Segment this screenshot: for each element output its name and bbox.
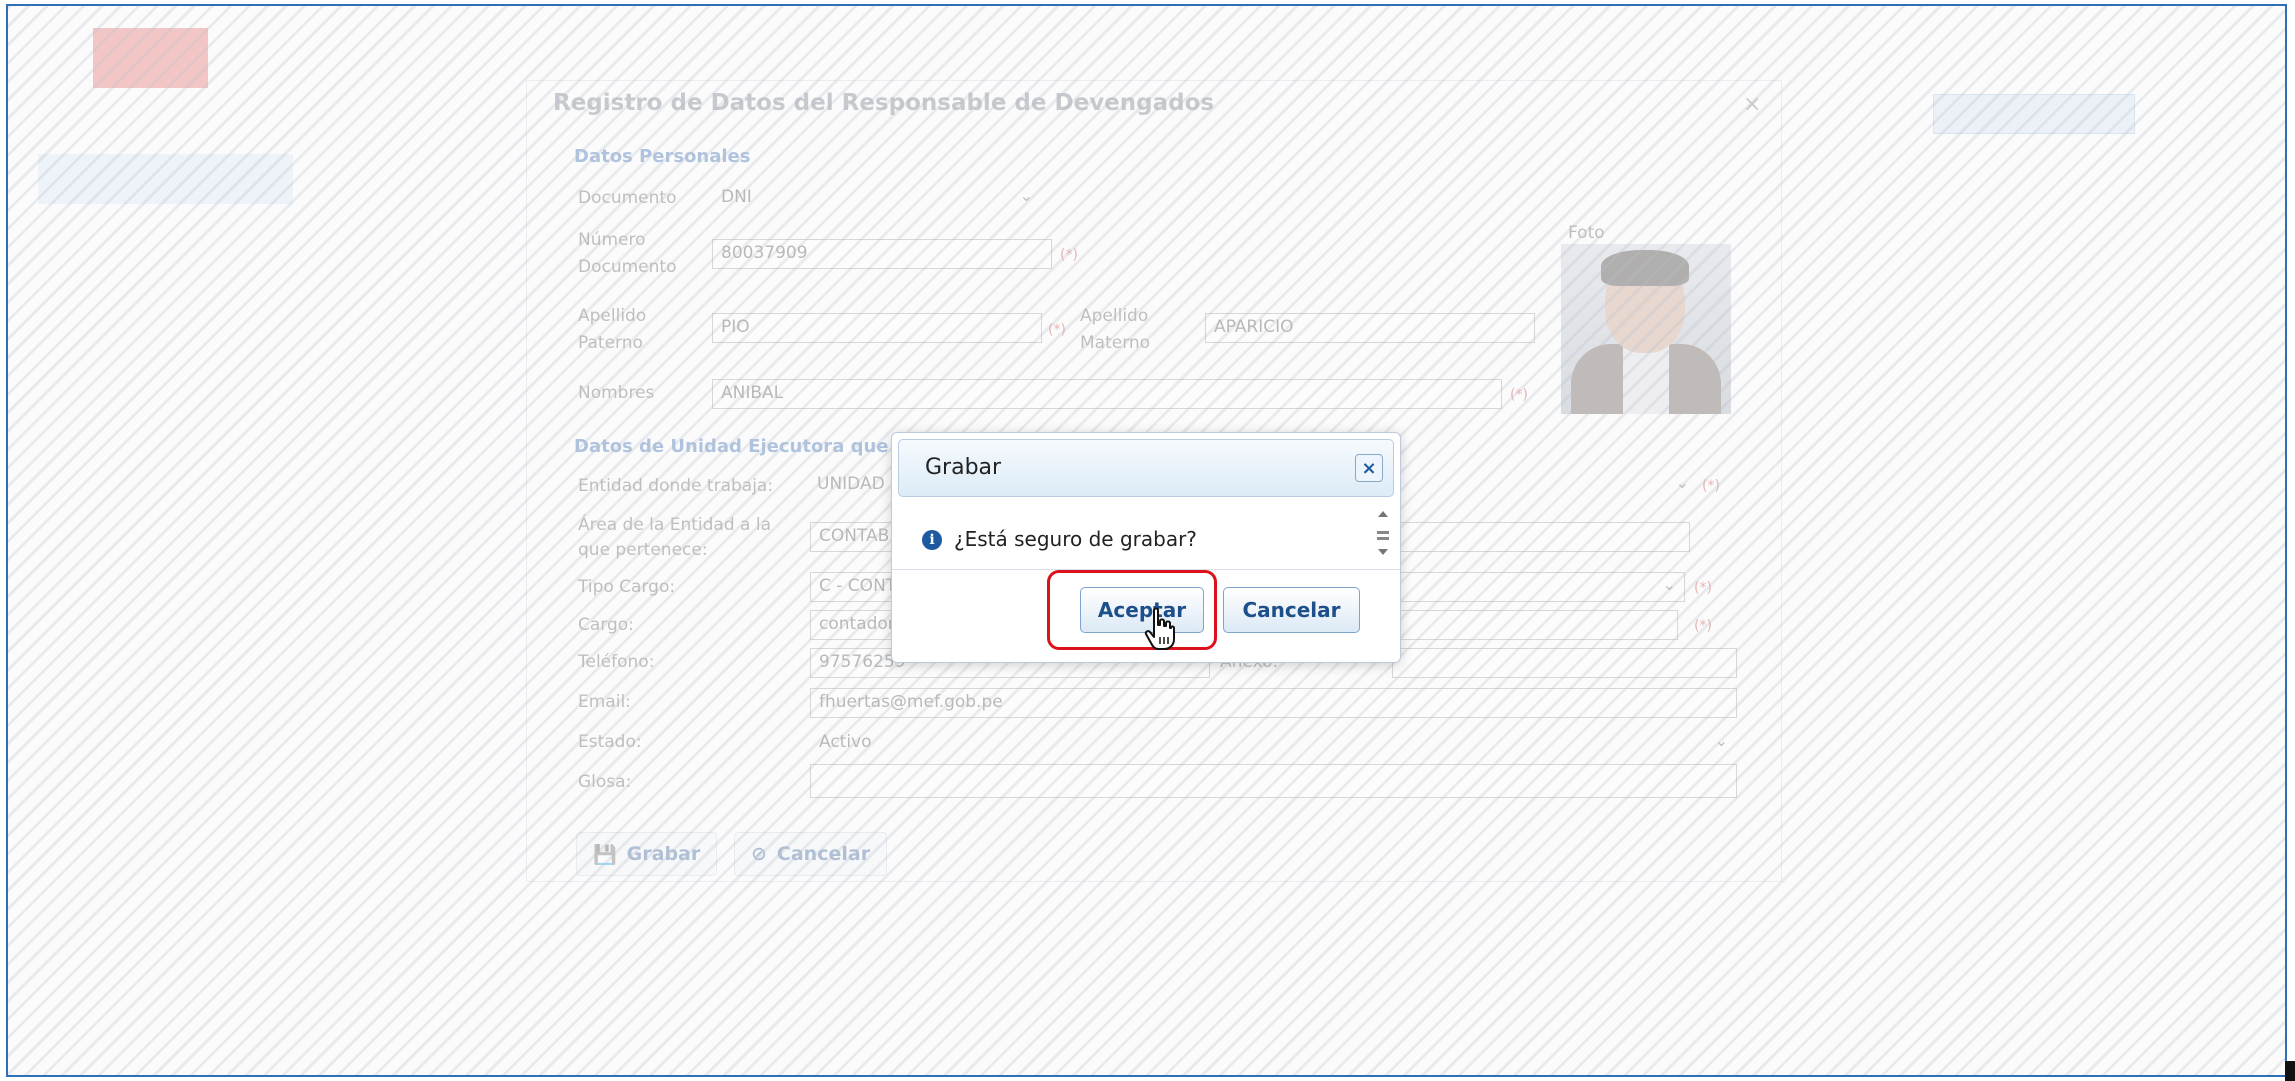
- sidebar-menu-item[interactable]: [38, 154, 293, 204]
- estado-select[interactable]: Activo ⌄: [810, 728, 1737, 758]
- apellido-materno-input[interactable]: APARICIO: [1205, 313, 1535, 343]
- numero-label-2: Documento: [578, 257, 677, 277]
- highlight-box: [1047, 570, 1217, 650]
- required-mark: (*): [1694, 618, 1712, 634]
- entidad-value: UNIDAD: [817, 474, 885, 494]
- cancelar-label: Cancelar: [776, 843, 871, 865]
- cancelar-confirm-button[interactable]: Cancelar: [1223, 587, 1360, 633]
- chevron-down-icon: ⌄: [1714, 731, 1728, 750]
- apellido-materno-label-1: Apellido: [1080, 306, 1149, 326]
- chevron-down-icon: ⌄: [1019, 186, 1033, 205]
- confirm-header: Grabar ×: [898, 439, 1394, 497]
- area-label-2: que pertenece:: [578, 540, 708, 560]
- datos-personales-title: Datos Personales: [574, 146, 751, 167]
- estado-value: Activo: [819, 732, 872, 752]
- numero-documento-input[interactable]: 80037909: [712, 239, 1052, 269]
- registro-dialog-title: Registro de Datos del Responsable de Dev…: [553, 90, 1215, 116]
- cargo-label: Cargo:: [578, 615, 634, 635]
- area-label-1: Área de la Entidad a la: [578, 515, 771, 535]
- documento-value: DNI: [721, 187, 752, 207]
- required-mark: (*): [1694, 580, 1712, 596]
- chevron-down-icon: ⌄: [1675, 473, 1689, 492]
- required-mark: (*): [1048, 322, 1066, 338]
- anexo-input[interactable]: [1392, 648, 1737, 678]
- save-icon: 💾: [593, 843, 617, 866]
- required-mark: (*): [1060, 247, 1078, 263]
- estado-label: Estado:: [578, 732, 642, 752]
- apellido-paterno-label-2: Paterno: [578, 333, 643, 353]
- chevron-down-icon: ⌄: [1662, 575, 1676, 594]
- documento-select[interactable]: DNI ⌄: [712, 183, 1042, 213]
- header-button[interactable]: [1933, 94, 2135, 134]
- entidad-label: Entidad donde trabaja:: [578, 476, 774, 496]
- nombres-label: Nombres: [578, 383, 655, 403]
- info-icon: i: [922, 530, 942, 550]
- foto-label: Foto: [1568, 223, 1605, 243]
- apellido-paterno-label-1: Apellido: [578, 306, 647, 326]
- cancelar-button[interactable]: ⊘ Cancelar: [734, 832, 888, 876]
- grabar-button[interactable]: 💾 Grabar: [576, 832, 718, 876]
- required-mark: (*): [1510, 387, 1528, 403]
- tipo-cargo-value: C - CONT: [819, 576, 897, 596]
- required-mark: (*): [1702, 478, 1720, 494]
- confirm-message: ¿Está seguro de grabar?: [954, 527, 1197, 551]
- datos-unidad-title: Datos de Unidad Ejecutora que: [574, 436, 889, 457]
- apellido-materno-label-2: Materno: [1080, 333, 1151, 353]
- glosa-label: Glosa:: [578, 772, 632, 792]
- email-label: Email:: [578, 692, 631, 712]
- logo-box: [93, 28, 208, 88]
- documento-label: Documento: [578, 188, 677, 208]
- close-icon[interactable]: ×: [1355, 454, 1383, 482]
- numero-label-1: Número: [578, 230, 646, 250]
- confirm-title: Grabar: [925, 455, 1002, 480]
- scrollbar[interactable]: [1374, 505, 1392, 567]
- cancel-icon: ⊘: [751, 843, 767, 865]
- hand-cursor-icon: [1144, 607, 1175, 650]
- telefono-label: Teléfono:: [578, 652, 655, 672]
- tipo-cargo-label: Tipo Cargo:: [578, 577, 676, 597]
- app-logo: [38, 18, 218, 90]
- email-input[interactable]: fhuertas@mef.gob.pe: [810, 688, 1737, 718]
- registro-close-icon[interactable]: ×: [1743, 92, 1761, 117]
- corner-marker: [2285, 1061, 2295, 1081]
- nombres-input[interactable]: ANIBAL: [712, 379, 1502, 409]
- apellido-paterno-input[interactable]: PIO: [712, 313, 1042, 343]
- user-photo: [1561, 244, 1731, 414]
- glosa-input[interactable]: [810, 764, 1737, 798]
- grabar-label: Grabar: [626, 843, 701, 865]
